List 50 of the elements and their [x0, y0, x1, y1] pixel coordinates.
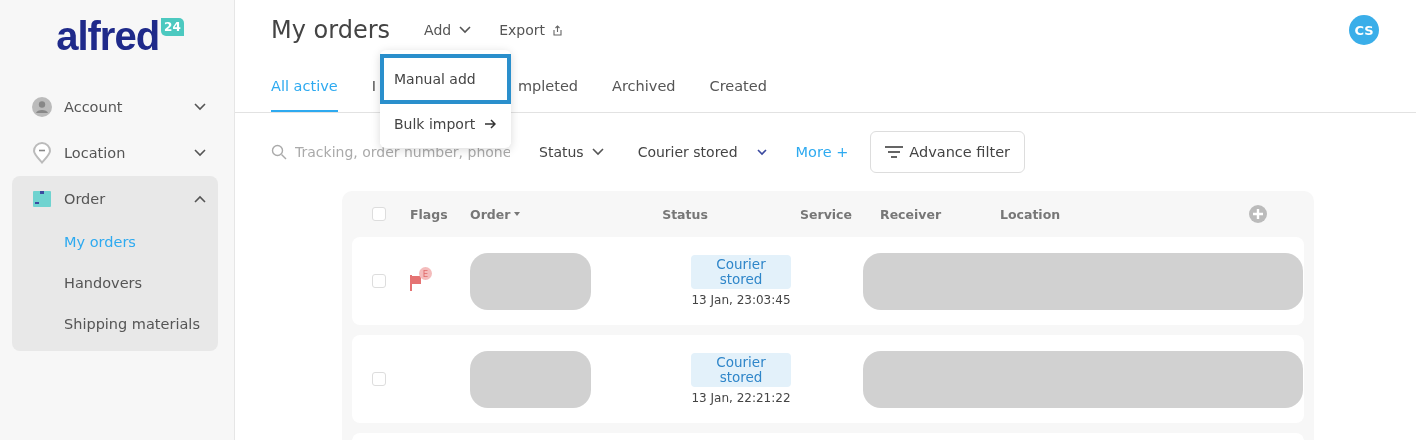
location-pin-icon — [32, 142, 52, 164]
advance-filter-button[interactable]: Advance filter — [870, 131, 1026, 173]
column-header: Receiver — [880, 206, 943, 222]
search-icon — [271, 144, 287, 160]
logo-wordmark: alfred — [56, 18, 160, 54]
sidebar-item[interactable]: Account — [12, 84, 218, 130]
row-checkbox[interactable] — [372, 274, 386, 288]
logo-badge: 24 — [161, 18, 184, 36]
add-button[interactable]: Add — [424, 22, 472, 38]
courier-dropdown[interactable]: Courier stored — [631, 144, 774, 160]
sidebar-subitem[interactable]: Shipping materials — [12, 304, 218, 345]
tab[interactable]: Archived — [612, 60, 676, 112]
share-icon — [553, 24, 562, 36]
status-badge: Courier stored — [691, 353, 791, 387]
box-icon — [32, 189, 52, 209]
status-dropdown[interactable]: Status — [533, 144, 610, 160]
chevron-icon — [755, 148, 768, 156]
order-row[interactable]: Courier stored 13 Jan, 22:21:22 — [352, 335, 1304, 423]
tab[interactable]: I — [371, 60, 376, 112]
chevron-icon — [194, 195, 206, 203]
column-header: Location — [1000, 206, 1062, 222]
menu-item[interactable]: Bulk import — [380, 104, 511, 144]
menu-item[interactable]: Manual add — [380, 54, 511, 104]
chevron-icon — [194, 149, 206, 157]
chevron-icon — [194, 103, 206, 111]
search-field[interactable]: Tracking, order number, phone — [271, 144, 511, 160]
sort-icon — [514, 212, 521, 216]
column-header[interactable]: Order — [470, 206, 590, 222]
select-all-checkbox[interactable] — [372, 207, 386, 221]
row-checkbox[interactable] — [372, 372, 386, 386]
arrow-right-icon — [485, 119, 497, 129]
filter-icon — [885, 145, 904, 159]
person-icon — [32, 97, 52, 117]
column-header: Flags — [410, 206, 449, 222]
sidebar-item[interactable]: Location — [12, 130, 218, 176]
column-header: Status — [661, 206, 709, 222]
tab[interactable]: mpleted — [517, 60, 579, 112]
chevron-icon — [591, 148, 604, 156]
page-title: My orders — [271, 16, 391, 44]
add-column-icon[interactable] — [1249, 205, 1267, 223]
export-button[interactable]: Export — [499, 22, 562, 38]
status-badge: Courier stored — [691, 255, 791, 289]
status-time: 13 Jan, 22:21:22 — [691, 391, 791, 405]
column-header: Service — [800, 206, 853, 222]
chevron-icon — [459, 26, 472, 34]
order-row[interactable]: E Courier stored 13 Jan, 23:03:45 — [352, 237, 1304, 325]
sidebar-subitem[interactable]: Handovers — [12, 263, 218, 304]
sidebar-item[interactable]: Order — [12, 176, 218, 222]
status-time: 13 Jan, 23:03:45 — [691, 293, 791, 307]
tab[interactable]: Created — [709, 60, 767, 112]
